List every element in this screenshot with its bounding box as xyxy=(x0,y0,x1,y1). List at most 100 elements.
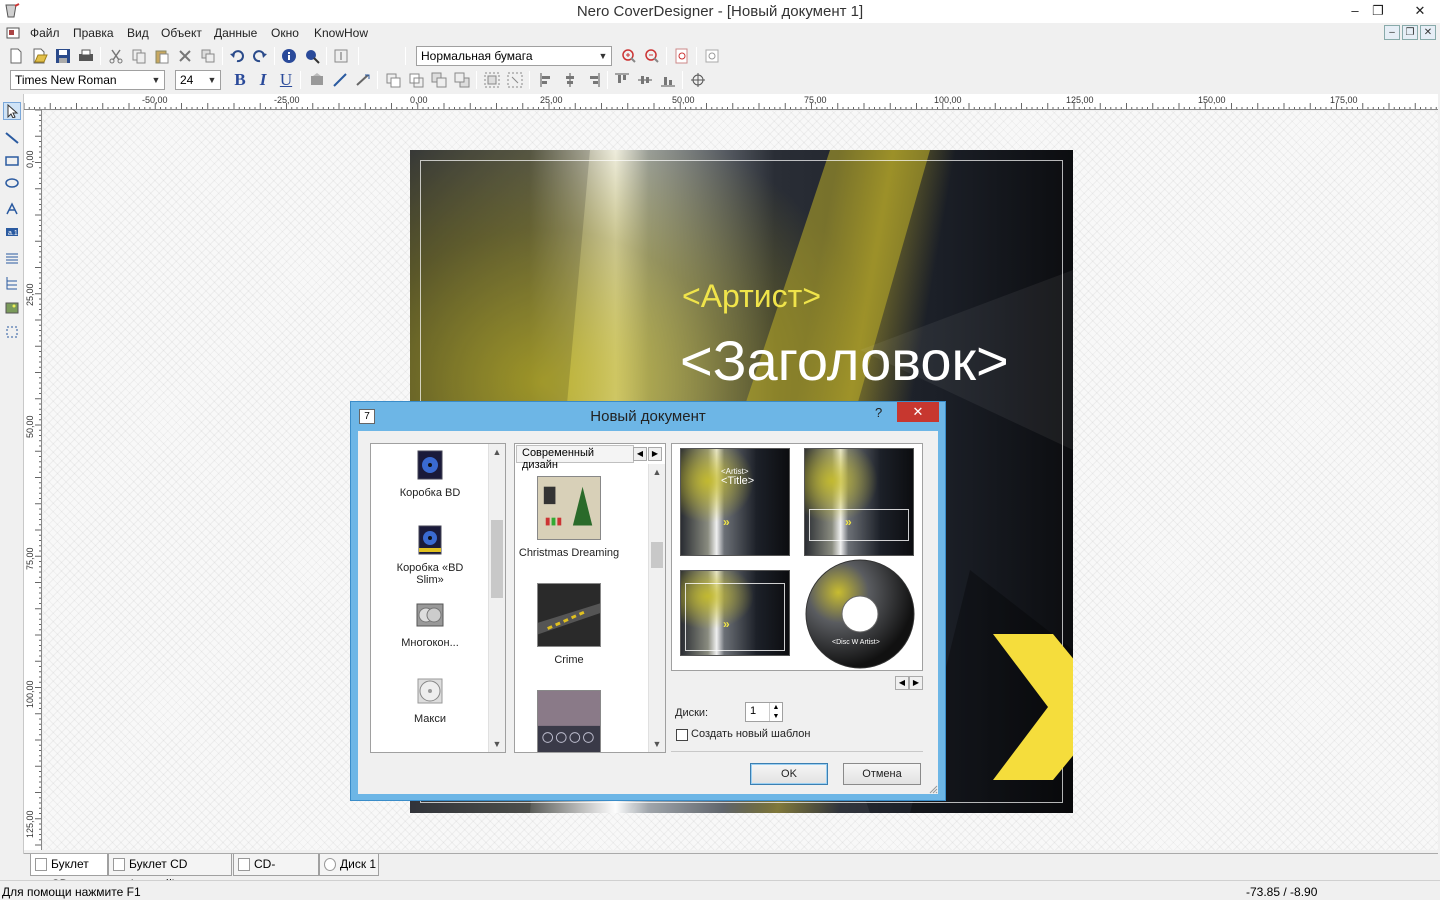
tree-tool-icon[interactable] xyxy=(3,274,21,292)
line-tool-icon[interactable] xyxy=(3,129,21,147)
tab-cd-booklet[interactable]: Буклет CD xyxy=(30,854,108,891)
align-center-icon[interactable] xyxy=(561,71,579,89)
info-icon[interactable] xyxy=(280,47,298,65)
bring-to-front-icon[interactable] xyxy=(430,71,448,89)
preview-booklet-front[interactable]: <Artist> <Title> » xyxy=(680,448,790,556)
menu-view[interactable]: Вид xyxy=(127,26,149,40)
decrement-icon[interactable]: ▼ xyxy=(769,712,782,721)
list-item[interactable]: Crime xyxy=(537,583,601,666)
align-bottom-icon[interactable] xyxy=(659,71,677,89)
category-select[interactable]: Современный дизайн xyxy=(516,445,634,471)
align-middle-icon[interactable] xyxy=(636,71,654,89)
cover-artist-text[interactable]: <Артист> xyxy=(682,278,821,315)
scroll-thumb[interactable] xyxy=(651,542,663,568)
new-template-checkbox[interactable] xyxy=(676,729,688,741)
tab-cd-inlay[interactable]: CD-вкладка xyxy=(233,854,319,891)
document-icon[interactable] xyxy=(6,26,20,40)
menu-window[interactable]: Окно xyxy=(271,26,299,40)
fill-color-icon[interactable] xyxy=(308,71,326,89)
preview-disc[interactable]: <Disc W Artist> xyxy=(804,558,916,670)
open-document-icon[interactable] xyxy=(31,47,49,65)
zoom-page-icon[interactable] xyxy=(673,47,691,65)
line-color-icon[interactable] xyxy=(331,71,349,89)
list-item[interactable]: Многокон... xyxy=(371,600,489,649)
cut-icon[interactable] xyxy=(107,47,125,65)
list-item[interactable] xyxy=(537,690,601,752)
print-icon[interactable] xyxy=(77,47,95,65)
ellipse-tool-icon[interactable] xyxy=(3,174,21,192)
delete-icon[interactable] xyxy=(176,47,194,65)
dialog-help-button[interactable]: ? xyxy=(875,405,882,420)
category-prev-icon[interactable]: ◀ xyxy=(633,447,647,461)
send-to-back-icon[interactable] xyxy=(453,71,471,89)
scroll-down-icon[interactable]: ▼ xyxy=(649,736,665,752)
mdi-minimize-button[interactable]: – xyxy=(1384,25,1400,40)
discs-stepper[interactable]: 1 ▲ ▼ xyxy=(745,702,783,722)
duplicate-icon[interactable] xyxy=(199,47,217,65)
save-icon[interactable] xyxy=(54,47,72,65)
font-size-select[interactable]: 24 ▼ xyxy=(175,70,221,90)
ungroup-icon[interactable] xyxy=(506,71,524,89)
template-list-scrollbar[interactable]: ▲ ▼ xyxy=(648,464,665,752)
copy-icon[interactable] xyxy=(130,47,148,65)
tab-disc-1[interactable]: Диск 1 xyxy=(319,854,379,876)
font-family-select[interactable]: Times New Roman ▼ xyxy=(10,70,165,90)
select-tool-icon[interactable] xyxy=(3,102,21,120)
bring-forward-icon[interactable] xyxy=(384,71,402,89)
paste-icon[interactable] xyxy=(153,47,171,65)
text-tool-icon[interactable] xyxy=(3,200,21,218)
scroll-thumb[interactable] xyxy=(491,520,503,598)
center-on-page-icon[interactable] xyxy=(689,71,707,89)
ok-button[interactable]: OK xyxy=(750,763,828,785)
redo-icon[interactable] xyxy=(251,47,269,65)
list-item[interactable]: Макси xyxy=(371,676,489,725)
send-backward-icon[interactable] xyxy=(407,71,425,89)
mdi-restore-button[interactable]: ❐ xyxy=(1402,25,1418,40)
rectangle-tool-icon[interactable] xyxy=(3,152,21,170)
scroll-up-icon[interactable]: ▲ xyxy=(489,444,505,460)
list-tool-icon[interactable] xyxy=(3,250,21,268)
menu-data[interactable]: Данные xyxy=(214,26,257,40)
zoom-in-icon[interactable] xyxy=(620,47,638,65)
dialog-title-bar[interactable]: 7 Новый документ ? ✕ xyxy=(351,402,945,430)
menu-edit[interactable]: Правка xyxy=(73,26,114,40)
cover-title-text[interactable]: <Заголовок> xyxy=(680,328,1009,393)
align-top-icon[interactable] xyxy=(613,71,631,89)
underline-button[interactable]: U xyxy=(277,70,295,89)
list-item[interactable]: Коробка «BD Slim» xyxy=(371,525,489,586)
resize-grip-icon[interactable] xyxy=(928,784,938,794)
group-icon[interactable] xyxy=(483,71,501,89)
bold-button[interactable]: B xyxy=(231,70,249,89)
align-left-icon[interactable] xyxy=(538,71,556,89)
italic-button[interactable]: I xyxy=(254,70,272,89)
image-tool-icon[interactable] xyxy=(3,299,21,317)
cancel-button[interactable]: Отмена xyxy=(843,763,921,785)
preview-inlay[interactable]: » xyxy=(680,570,790,656)
category-next-icon[interactable]: ▶ xyxy=(648,447,662,461)
preview-prev-icon[interactable]: ◀ xyxy=(895,676,909,690)
help-search-icon[interactable] xyxy=(303,47,321,65)
field-tool-icon[interactable]: a.1 xyxy=(3,223,21,241)
align-right-icon[interactable] xyxy=(584,71,602,89)
close-button[interactable]: ✕ xyxy=(1403,0,1437,21)
box-type-list[interactable]: Коробка BD Коробка «BD Slim» Многокон... xyxy=(370,443,506,753)
preview-next-icon[interactable]: ▶ xyxy=(909,676,923,690)
list-item[interactable]: Christmas Dreaming xyxy=(519,476,619,559)
paper-type-select[interactable]: Нормальная бумага ▼ xyxy=(416,46,612,66)
zoom-fit-icon[interactable] xyxy=(703,47,721,65)
undo-icon[interactable] xyxy=(228,47,246,65)
menu-object[interactable]: Объект xyxy=(161,26,202,40)
scroll-down-icon[interactable]: ▼ xyxy=(489,736,505,752)
dialog-close-button[interactable]: ✕ xyxy=(897,402,939,422)
list-item[interactable]: Коробка BD xyxy=(371,450,489,499)
tab-cd-booklet-back[interactable]: Буклет CD (задний) xyxy=(108,854,232,891)
restore-button[interactable]: ❐ xyxy=(1364,0,1392,21)
template-list[interactable]: Современный дизайн ◀ ▶ Christmas Dreamin… xyxy=(514,443,666,753)
increment-icon[interactable]: ▲ xyxy=(769,703,782,712)
zoom-out-icon[interactable] xyxy=(643,47,661,65)
menu-file[interactable]: Файл xyxy=(30,26,60,40)
menu-knowhow[interactable]: KnowHow xyxy=(314,26,368,40)
box-list-scrollbar[interactable]: ▲ ▼ xyxy=(488,444,505,752)
preview-booklet-back[interactable]: » xyxy=(804,448,914,556)
line-style-icon[interactable] xyxy=(354,71,372,89)
